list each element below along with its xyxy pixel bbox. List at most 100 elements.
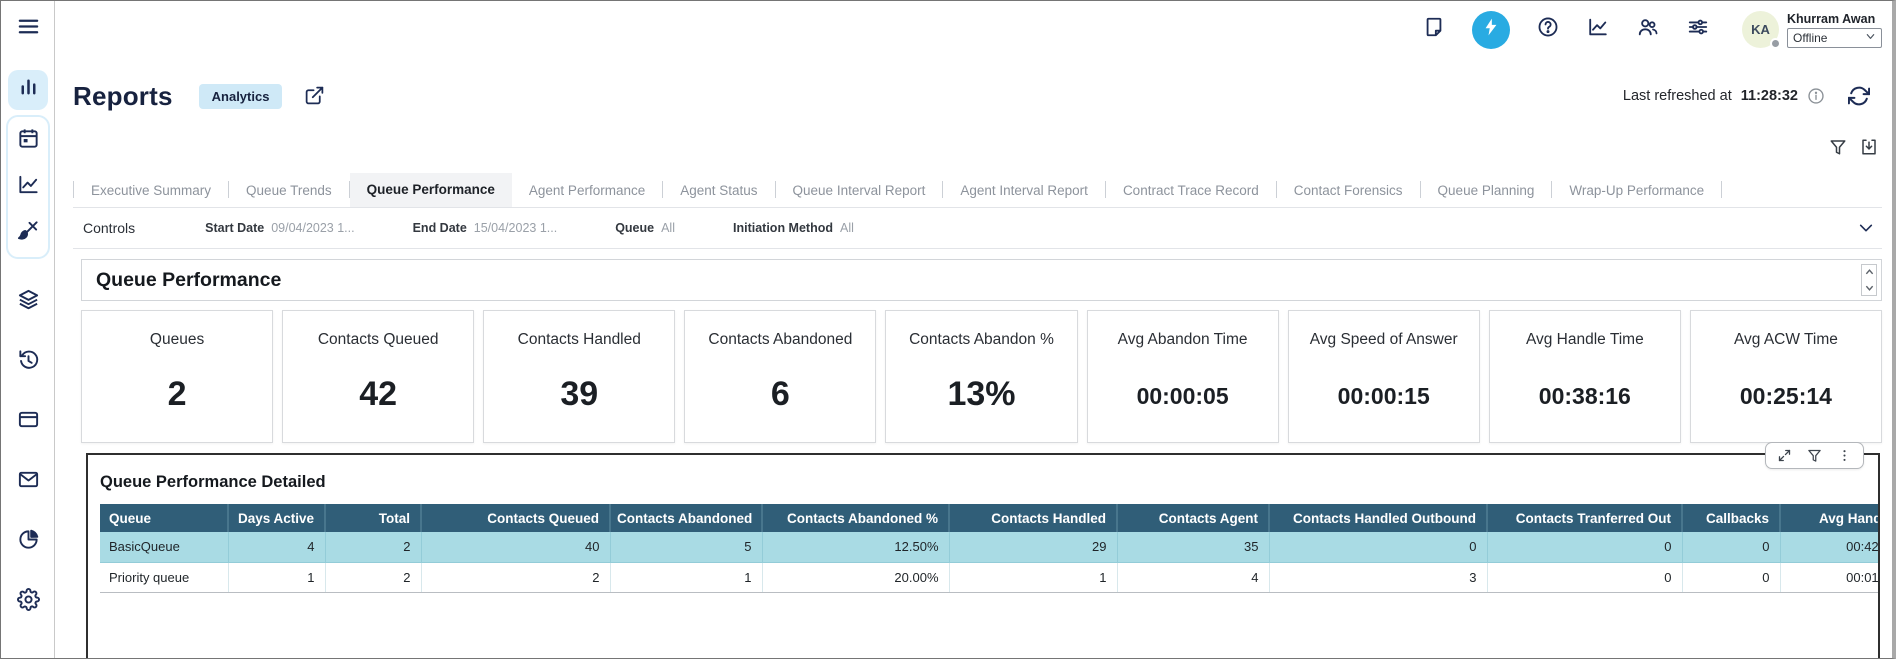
tab-agent-performance[interactable]: Agent Performance — [512, 174, 662, 207]
kpi-contacts-handled: Contacts Handled39 — [483, 310, 675, 443]
sidebar-item-reports[interactable] — [8, 522, 48, 562]
col-days-active[interactable]: Days Active — [228, 504, 325, 532]
mail-icon — [17, 468, 40, 496]
avatar[interactable]: KA — [1742, 11, 1779, 48]
expand-icon — [1777, 448, 1792, 463]
funnel-icon — [1807, 448, 1822, 463]
sliders-icon — [1687, 16, 1709, 43]
filter-button[interactable] — [1829, 138, 1847, 156]
refresh-button[interactable] — [1848, 85, 1870, 107]
panel-filter-button[interactable] — [1807, 448, 1822, 463]
tab-queue-trends[interactable]: Queue Trends — [229, 174, 349, 207]
sidebar-item-calendar[interactable] — [8, 121, 48, 161]
kpi-cards: Queues2 Contacts Queued42 Contacts Handl… — [81, 310, 1882, 443]
section-header: Queue Performance — [81, 259, 1882, 301]
col-avg-handle[interactable]: Avg Handl. — [1780, 504, 1878, 532]
col-total[interactable]: Total — [325, 504, 421, 532]
users-button[interactable] — [1636, 18, 1660, 42]
notes-button[interactable] — [1422, 18, 1446, 42]
user-block: KA Khurram Awan Offline — [1742, 11, 1882, 48]
filter-queue[interactable]: Queue All — [615, 221, 675, 235]
info-icon[interactable] — [1807, 87, 1825, 105]
analytics-button[interactable] — [1586, 18, 1610, 42]
last-refreshed: Last refreshed at 11:28:32 — [1623, 85, 1870, 107]
col-contacts-handled-outbound[interactable]: Contacts Handled Outbound — [1269, 504, 1487, 532]
help-button[interactable] — [1536, 18, 1560, 42]
last-refreshed-time: 11:28:32 — [1741, 88, 1798, 104]
kpi-contacts-abandoned: Contacts Abandoned6 — [684, 310, 876, 443]
sidebar-item-mail[interactable] — [8, 462, 48, 502]
controls-bar: Controls Start Date 09/04/2023 1... End … — [73, 208, 1882, 249]
sidebar-item-dashboard[interactable] — [8, 70, 48, 110]
sidebar-item-design[interactable] — [8, 213, 48, 253]
gear-icon — [17, 588, 40, 616]
tab-agent-interval-report[interactable]: Agent Interval Report — [943, 174, 1105, 207]
kpi-avg-handle-time: Avg Handle Time00:38:16 — [1489, 310, 1681, 443]
col-contacts-abandoned[interactable]: Contacts Abandoned — [610, 504, 762, 532]
topbar: KA Khurram Awan Offline — [55, 1, 1892, 58]
sidebar-item-settings[interactable] — [8, 582, 48, 622]
filter-end-date[interactable]: End Date 15/04/2023 1... — [413, 221, 558, 235]
table-row-priority-queue[interactable]: Priority queue 1 2 2 1 20.00% 1 4 3 0 0 … — [100, 562, 1878, 592]
tab-queue-performance[interactable]: Queue Performance — [350, 173, 512, 207]
panel-toolbar — [1765, 442, 1864, 469]
sidebar-item-window[interactable] — [8, 402, 48, 442]
table-scroll-area[interactable]: Queue Days Active Total Contacts Queued … — [100, 504, 1878, 593]
panel-title: Queue Performance Detailed — [100, 473, 1878, 492]
table-row-basicqueue[interactable]: BasicQueue 4 2 40 5 12.50% 29 35 0 0 0 0… — [100, 532, 1878, 562]
panel-menu-button[interactable] — [1837, 448, 1852, 463]
tab-agent-status[interactable]: Agent Status — [663, 174, 774, 207]
section-scroll-stepper[interactable] — [1861, 264, 1877, 296]
tab-contact-forensics[interactable]: Contact Forensics — [1277, 174, 1420, 207]
col-queue[interactable]: Queue — [100, 504, 228, 532]
filter-start-date[interactable]: Start Date 09/04/2023 1... — [205, 221, 354, 235]
sidebar-item-history[interactable] — [8, 342, 48, 382]
report-tabs: Executive Summary Queue Trends Queue Per… — [73, 171, 1882, 208]
kpi-avg-acw-time: Avg ACW Time00:25:14 — [1690, 310, 1882, 443]
queue-performance-table: Queue Days Active Total Contacts Queued … — [100, 504, 1878, 593]
open-external-button[interactable] — [304, 85, 326, 107]
hamburger-icon — [17, 15, 40, 43]
pie-chart-icon — [17, 528, 40, 556]
controls-title: Controls — [83, 220, 135, 236]
download-button[interactable] — [1860, 138, 1878, 156]
col-contacts-handled[interactable]: Contacts Handled — [949, 504, 1117, 532]
sidebar-item-layers[interactable] — [8, 282, 48, 322]
analytics-badge: Analytics — [199, 84, 283, 109]
status-select[interactable]: Offline — [1787, 28, 1882, 48]
layers-icon — [17, 288, 40, 316]
menu-button[interactable] — [8, 9, 48, 49]
quick-actions-button[interactable] — [1472, 11, 1510, 49]
kpi-queues: Queues2 — [81, 310, 273, 443]
controls-collapse-button[interactable] — [1858, 220, 1874, 236]
col-contacts-queued[interactable]: Contacts Queued — [421, 504, 610, 532]
preferences-button[interactable] — [1686, 18, 1710, 42]
col-contacts-agent[interactable]: Contacts Agent — [1117, 504, 1269, 532]
sidebar-item-trends[interactable] — [8, 167, 48, 207]
tab-contract-trace-record[interactable]: Contract Trace Record — [1106, 174, 1276, 207]
bar-chart-icon — [17, 76, 40, 104]
line-chart-icon — [17, 173, 40, 201]
chevron-down-icon — [1865, 284, 1874, 292]
col-contacts-abandoned-pct[interactable]: Contacts Abandoned % — [762, 504, 949, 532]
status-value: Offline — [1793, 31, 1827, 45]
kebab-icon — [1837, 448, 1852, 463]
tab-executive-summary[interactable]: Executive Summary — [74, 174, 228, 207]
funnel-icon — [1829, 138, 1847, 156]
kpi-contacts-abandon-pct: Contacts Abandon %13% — [885, 310, 1077, 443]
col-contacts-transferred-out[interactable]: Contacts Tranferred Out — [1487, 504, 1682, 532]
brush-icon — [17, 219, 40, 247]
download-icon — [1860, 138, 1878, 156]
expand-button[interactable] — [1777, 448, 1792, 463]
tab-queue-planning[interactable]: Queue Planning — [1421, 174, 1552, 207]
tab-wrap-up-performance[interactable]: Wrap-Up Performance — [1552, 174, 1721, 207]
kpi-avg-speed-of-answer: Avg Speed of Answer00:00:15 — [1288, 310, 1480, 443]
sidebar — [1, 1, 55, 659]
tab-queue-interval-report[interactable]: Queue Interval Report — [776, 174, 943, 207]
status-dot — [1770, 38, 1781, 49]
col-callbacks[interactable]: Callbacks — [1682, 504, 1780, 532]
external-link-icon — [304, 85, 325, 106]
chart-icon — [1587, 16, 1609, 43]
filter-initiation-method[interactable]: Initiation Method All — [733, 221, 854, 235]
chevron-down-icon — [1865, 31, 1876, 45]
